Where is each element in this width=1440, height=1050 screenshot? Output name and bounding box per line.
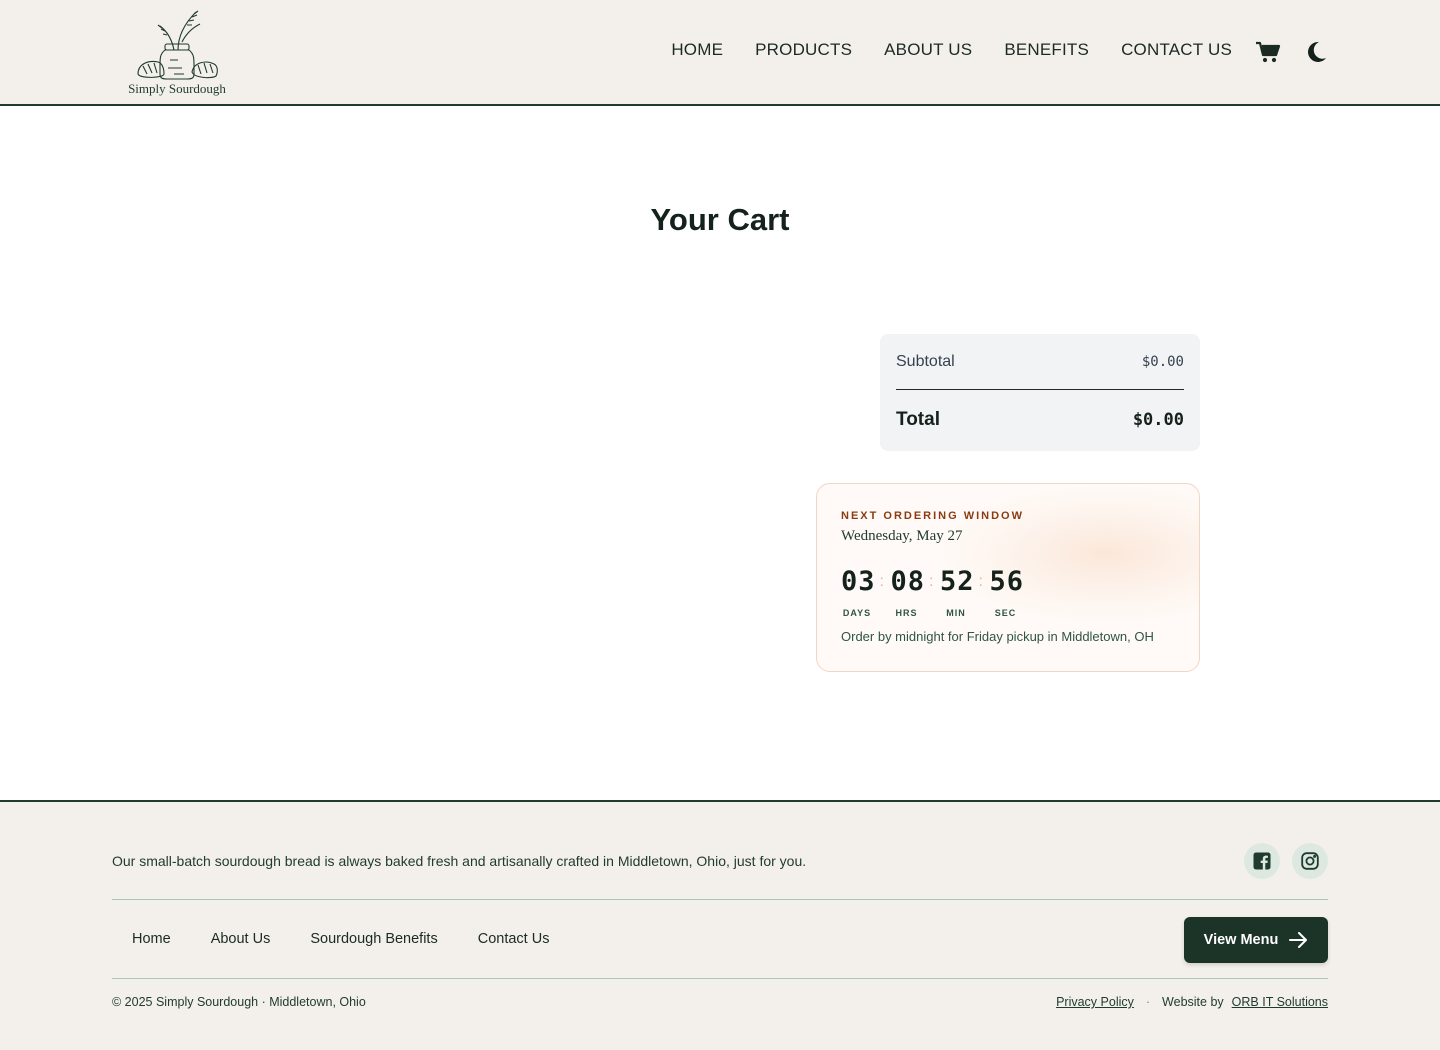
nav-products[interactable]: PRODUCTS xyxy=(755,40,852,60)
footer-legal: Privacy Policy · Website by ORB IT Solut… xyxy=(1056,995,1328,1009)
arrow-right-icon xyxy=(1289,932,1308,948)
subtotal-label: Subtotal xyxy=(896,352,955,370)
bread-jar-logo-icon xyxy=(137,10,218,80)
ordering-window-date: Wednesday, May 27 xyxy=(841,528,963,544)
countdown-timer: 03 DAYS : 08 HRS : 52 MIN : 56 SEC xyxy=(841,564,1025,618)
countdown-hours-label: HRS xyxy=(895,608,918,618)
countdown-days-value: 03 xyxy=(841,566,876,597)
countdown-minutes: 52 MIN xyxy=(940,564,975,618)
countdown-seconds-label: SEC xyxy=(994,608,1017,618)
countdown-days: 03 DAYS xyxy=(841,564,876,618)
total-value: $0.00 xyxy=(1132,410,1184,430)
footer-link-contact-us[interactable]: Contact Us xyxy=(478,931,550,947)
copyright-text: © 2025 Simply Sourdough · Middletown, Oh… xyxy=(112,995,366,1009)
countdown-separator: : xyxy=(879,573,884,590)
instagram-icon[interactable] xyxy=(1292,843,1328,879)
ordering-window-eyebrow: NEXT ORDERING WINDOW xyxy=(841,510,1024,522)
view-menu-button[interactable]: View Menu xyxy=(1184,917,1328,963)
main-nav: HOME PRODUCTS ABOUT US BENEFITS CONTACT … xyxy=(671,40,1232,60)
total-label: Total xyxy=(896,409,940,430)
brand-logo[interactable]: Simply Sourdough xyxy=(126,8,228,100)
cart-icon[interactable] xyxy=(1255,40,1281,64)
countdown-separator: : xyxy=(929,573,934,590)
moon-icon[interactable] xyxy=(1305,40,1327,64)
subtotal-row: Subtotal $0.00 xyxy=(896,334,1184,390)
privacy-policy-link[interactable]: Privacy Policy xyxy=(1056,995,1134,1009)
countdown-seconds-value: 56 xyxy=(989,566,1025,597)
footer-link-sourdough-benefits[interactable]: Sourdough Benefits xyxy=(310,931,437,947)
facebook-icon[interactable] xyxy=(1244,843,1280,879)
subtotal-value: $0.00 xyxy=(1141,353,1184,370)
nav-contact-us[interactable]: CONTACT US xyxy=(1121,40,1232,60)
countdown-hours: 08 HRS xyxy=(890,564,926,618)
ordering-window-card: NEXT ORDERING WINDOW Wednesday, May 27 0… xyxy=(816,483,1200,672)
nav-home[interactable]: HOME xyxy=(671,40,723,60)
footer-tagline: Our small-batch sourdough bread is alway… xyxy=(112,853,807,869)
countdown-minutes-label: MIN xyxy=(946,608,966,618)
nav-about-us[interactable]: ABOUT US xyxy=(884,40,972,60)
countdown-seconds: 56 SEC xyxy=(989,564,1025,618)
footer-divider xyxy=(112,978,1328,979)
nav-benefits[interactable]: BENEFITS xyxy=(1004,40,1089,60)
view-menu-label: View Menu xyxy=(1203,932,1279,948)
page-title: Your Cart xyxy=(650,202,790,237)
footer-nav: Home About Us Sourdough Benefits Contact… xyxy=(132,931,549,947)
countdown-separator: : xyxy=(978,573,983,590)
cart-summary: Subtotal $0.00 Total $0.00 xyxy=(880,334,1200,451)
footer-link-home[interactable]: Home xyxy=(132,931,171,947)
countdown-minutes-value: 52 xyxy=(940,566,975,597)
countdown-days-label: DAYS xyxy=(842,608,872,618)
credit-link[interactable]: ORB IT Solutions xyxy=(1232,995,1328,1009)
footer-divider xyxy=(112,899,1328,900)
legal-separator: · xyxy=(1145,995,1151,1009)
total-row: Total $0.00 xyxy=(896,390,1184,450)
site-footer: Our small-batch sourdough bread is alway… xyxy=(0,800,1440,1050)
footer-link-about-us[interactable]: About Us xyxy=(211,931,271,947)
countdown-hours-value: 08 xyxy=(890,566,926,597)
credit-prefix: Website by xyxy=(1162,995,1224,1009)
brand-name: Simply Sourdough xyxy=(128,81,226,96)
ordering-window-note: Order by midnight for Friday pickup in M… xyxy=(841,629,1154,644)
site-header: Simply Sourdough HOME PRODUCTS ABOUT US … xyxy=(0,0,1440,106)
